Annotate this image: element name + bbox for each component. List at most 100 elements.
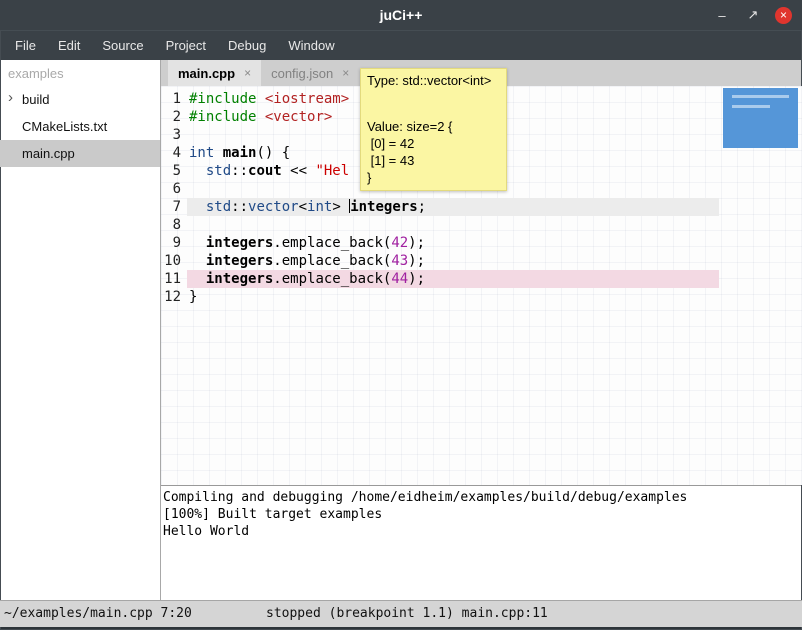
line-number[interactable]: 7	[161, 198, 187, 216]
debug-value-tooltip: Type: std::vector<int> Value: size=2 { […	[360, 68, 507, 191]
tooltip-line: }	[367, 169, 500, 186]
maximize-button[interactable]: ↗	[744, 6, 762, 24]
line-number[interactable]: 1	[161, 90, 187, 108]
code-text[interactable]	[187, 216, 719, 234]
code-text[interactable]: }	[187, 288, 719, 306]
token-pl: );	[408, 271, 425, 287]
token-kw: int	[307, 199, 332, 215]
token-pl	[214, 145, 222, 161]
window-title: juCi++	[380, 7, 423, 23]
tab-close-icon[interactable]: ×	[342, 66, 349, 80]
menu-item-file[interactable]: File	[4, 31, 47, 61]
title-bar[interactable]: juCi++ – ↗ ×	[0, 0, 802, 30]
token-pl: .emplace_back(	[273, 253, 391, 269]
code-text[interactable]: integers.emplace_back(43);	[187, 252, 719, 270]
menu-item-source[interactable]: Source	[91, 31, 154, 61]
token-pp: #include	[189, 109, 256, 125]
scroll-overview-thumb[interactable]	[723, 88, 798, 148]
token-pl	[189, 253, 206, 269]
token-str: "Hel	[315, 163, 349, 179]
tooltip-value-lines: Value: size=2 { [0] = 42 [1] = 43}	[367, 118, 500, 186]
tree-item-cmakelists-txt[interactable]: CMakeLists.txt	[0, 113, 160, 140]
token-pl	[189, 235, 206, 251]
code-text[interactable]: integers.emplace_back(42);	[187, 234, 719, 252]
line-number[interactable]: 5	[161, 162, 187, 180]
close-button[interactable]: ×	[775, 7, 792, 24]
token-pl: );	[408, 253, 425, 269]
token-pl: .emplace_back(	[273, 271, 391, 287]
line-number[interactable]: 12	[161, 288, 187, 306]
chevron-right-icon[interactable]: ›	[8, 89, 13, 106]
tooltip-line: [0] = 42	[367, 135, 500, 152]
token-pp: #include	[189, 91, 256, 107]
tree-item-build[interactable]: › build	[0, 86, 160, 113]
token-var: integers	[206, 253, 273, 269]
tree-item-label: build	[22, 92, 49, 107]
token-var: integers	[206, 271, 273, 287]
code-line-11[interactable]: 11 integers.emplace_back(44);	[161, 270, 802, 288]
token-pl: ::	[231, 199, 248, 215]
token-num: 42	[391, 235, 408, 251]
line-number[interactable]: 3	[161, 126, 187, 144]
token-pl: }	[189, 289, 197, 305]
code-line-7[interactable]: 7 std::vector<int> integers;	[161, 198, 802, 216]
menu-item-debug[interactable]: Debug	[217, 31, 277, 61]
code-text[interactable]: integers.emplace_back(44);	[187, 270, 719, 288]
tree-item-main-cpp[interactable]: main.cpp	[0, 140, 160, 167]
code-text[interactable]: std::vector<int> integers;	[187, 198, 719, 216]
overview-line-mark	[732, 95, 789, 98]
menu-item-project[interactable]: Project	[155, 31, 217, 61]
project-folder-label: examples	[0, 60, 160, 86]
token-pl	[256, 91, 264, 107]
line-number[interactable]: 4	[161, 144, 187, 162]
code-line-12[interactable]: 12}	[161, 288, 802, 306]
code-line-10[interactable]: 10 integers.emplace_back(43);	[161, 252, 802, 270]
tab-main-cpp[interactable]: main.cpp ×	[168, 60, 261, 86]
app-window: juCi++ – ↗ × FileEditSourceProjectDebugW…	[0, 0, 802, 630]
status-file-position: ~/examples/main.cpp 7:20	[4, 606, 192, 621]
menu-bar: FileEditSourceProjectDebugWindow	[0, 30, 802, 60]
token-num: 43	[391, 253, 408, 269]
status-bar: ~/examples/main.cpp 7:20 stopped (breakp…	[0, 600, 802, 627]
tab-close-icon[interactable]: ×	[244, 66, 251, 80]
minimize-button[interactable]: –	[713, 6, 731, 24]
tree-item-label: main.cpp	[22, 146, 75, 161]
tab-config-json[interactable]: config.json×	[261, 60, 359, 86]
token-num: 44	[391, 271, 408, 287]
line-number[interactable]: 8	[161, 216, 187, 234]
terminal[interactable]: Compiling and debugging /home/eidheim/ex…	[161, 486, 802, 600]
file-tree: › build CMakeLists.txt main.cpp	[0, 86, 160, 167]
token-fn: cout	[248, 163, 282, 179]
token-pl: <<	[282, 163, 316, 179]
menu-item-window[interactable]: Window	[277, 31, 345, 61]
terminal-line: Hello World	[163, 523, 802, 540]
window-controls: – ↗ ×	[713, 0, 792, 30]
token-ns: std	[206, 199, 231, 215]
token-ns: vector	[248, 199, 299, 215]
token-var: integers	[206, 235, 273, 251]
token-kw: int	[189, 145, 214, 161]
code-line-9[interactable]: 9 integers.emplace_back(42);	[161, 234, 802, 252]
terminal-line: [100%] Built target examples	[163, 506, 802, 523]
tab-label: main.cpp	[178, 66, 235, 81]
tooltip-line: Value: size=2 {	[367, 118, 500, 135]
file-browser-panel: examples › build CMakeLists.txt main.cpp	[0, 60, 160, 600]
token-pl: .emplace_back(	[273, 235, 391, 251]
token-fn: main	[223, 145, 257, 161]
line-number[interactable]: 2	[161, 108, 187, 126]
token-var: integers	[350, 199, 417, 215]
tree-item-label: CMakeLists.txt	[22, 119, 107, 134]
token-pl: );	[408, 235, 425, 251]
line-number[interactable]: 6	[161, 180, 187, 198]
token-pl: () {	[256, 145, 290, 161]
token-pl	[189, 271, 206, 287]
menu-item-edit[interactable]: Edit	[47, 31, 91, 61]
line-number[interactable]: 10	[161, 252, 187, 270]
status-debug-state: stopped (breakpoint 1.1) main.cpp:11	[266, 606, 548, 621]
code-line-8[interactable]: 8	[161, 216, 802, 234]
overview-line-mark	[732, 105, 770, 108]
terminal-line: Compiling and debugging /home/eidheim/ex…	[163, 489, 802, 506]
token-pl	[256, 109, 264, 125]
line-number[interactable]: 11	[161, 270, 187, 288]
line-number[interactable]: 9	[161, 234, 187, 252]
